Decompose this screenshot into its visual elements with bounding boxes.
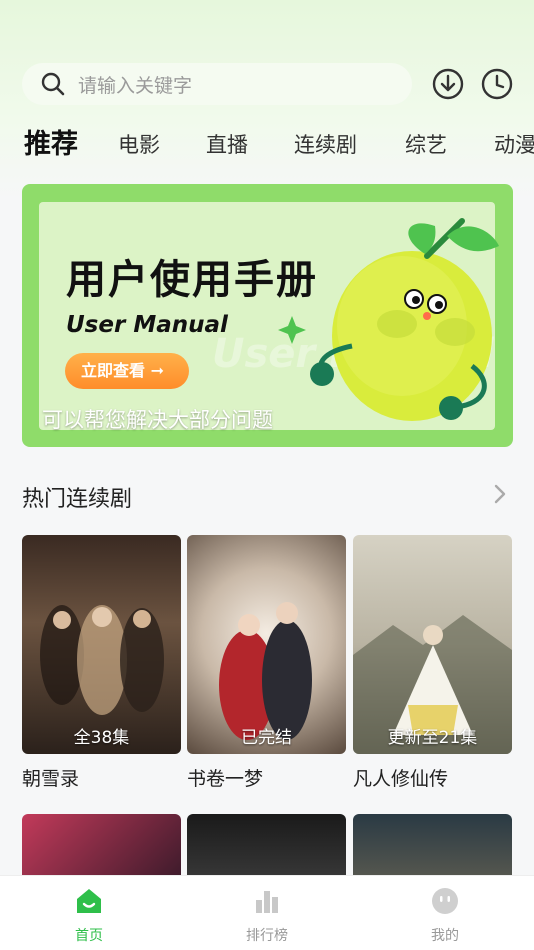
banner-subtitle: User Manual	[66, 312, 228, 338]
tab-live[interactable]: 直播	[206, 125, 248, 165]
chevron-right-icon[interactable]	[492, 482, 508, 506]
show-poster[interactable]: 更新至21集	[353, 535, 512, 754]
poster-art	[40, 605, 164, 715]
bottom-nav: 首页 排行榜 我的	[0, 875, 534, 950]
banner-user-manual[interactable]: User Manual 用户使用手册 User Manual 立即查看 ➞ 可以…	[22, 184, 513, 447]
show-title: 朝雪录	[22, 768, 80, 790]
tab-recommend[interactable]: 推荐	[24, 125, 78, 165]
tab-anime[interactable]: 动漫	[494, 125, 534, 165]
nav-home-label: 首页	[75, 928, 103, 944]
show-card[interactable]: 更新至21集 凡人修仙传	[353, 535, 512, 791]
view-now-button[interactable]: 立即查看 ➞	[65, 353, 189, 389]
banner-caption: 可以帮您解决大部分问题	[42, 408, 273, 432]
profile-face-icon	[432, 888, 458, 914]
show-poster[interactable]: 已完结	[187, 535, 346, 754]
nav-profile-label: 我的	[431, 928, 459, 944]
search-input[interactable]: 请输入关键字	[78, 71, 192, 98]
show-title: 书卷一梦	[187, 768, 264, 790]
show-poster[interactable]	[353, 814, 512, 884]
tab-variety[interactable]: 综艺	[405, 125, 447, 165]
tab-series[interactable]: 连续剧	[294, 125, 357, 165]
home-icon	[77, 889, 101, 913]
bar-chart-icon	[256, 891, 278, 913]
category-tabs: 推荐 电影 直播 连续剧 综艺 动漫	[0, 125, 534, 169]
download-icon[interactable]	[432, 68, 464, 100]
nav-ranking-label: 排行榜	[246, 928, 288, 944]
nav-home[interactable]: 首页	[29, 876, 149, 950]
poster-art	[353, 615, 512, 754]
search-bar[interactable]: 请输入关键字	[22, 63, 412, 105]
episode-badge: 全38集	[73, 728, 130, 748]
episode-badge: 已完结	[241, 728, 292, 748]
show-poster[interactable]	[187, 814, 346, 884]
nav-ranking[interactable]: 排行榜	[207, 876, 327, 950]
show-poster[interactable]: 全38集	[22, 535, 181, 754]
episode-badge: 更新至21集	[387, 728, 478, 748]
show-title: 凡人修仙传	[353, 768, 449, 790]
show-card[interactable]: 全38集 朝雪录	[22, 535, 181, 791]
show-card[interactable]: 已完结 书卷一梦	[187, 535, 346, 791]
search-icon	[41, 72, 65, 96]
section-title-hot-series: 热门连续剧	[22, 487, 133, 512]
tab-movie[interactable]: 电影	[118, 125, 160, 165]
poster-art	[219, 602, 312, 740]
lemon-mascot-icon	[278, 218, 499, 421]
clock-icon[interactable]	[481, 68, 513, 100]
show-poster[interactable]	[22, 814, 181, 884]
nav-profile[interactable]: 我的	[385, 876, 505, 950]
